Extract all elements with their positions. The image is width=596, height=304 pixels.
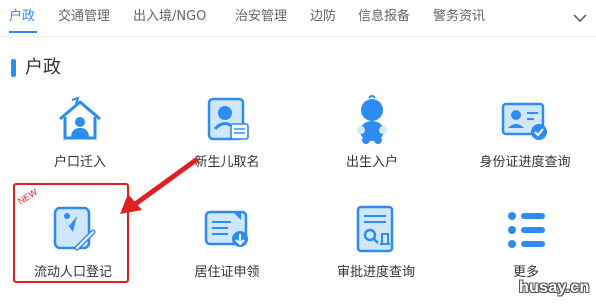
grid-item-hukou-transfer[interactable]: 户口迁入 xyxy=(10,94,150,194)
grid-item-newborn-naming[interactable]: 新生儿取名 xyxy=(157,94,297,194)
grid-item-approval-progress[interactable]: 审批进度查询 xyxy=(306,204,446,304)
tab-bar: 户政 交通管理 出入境/NGO 治安管理 边防 信息报备 警务资讯 xyxy=(0,0,596,38)
tab-exit-entry-ngo[interactable]: 出入境/NGO xyxy=(133,8,206,26)
section-marker xyxy=(11,59,16,77)
item-label: 新生儿取名 xyxy=(194,155,260,170)
grid-item-birth-registration[interactable]: 出生入户 xyxy=(302,94,442,194)
tab-info-report[interactable]: 信息报备 xyxy=(358,8,410,26)
house-person-icon xyxy=(59,96,101,140)
id-card-check-icon xyxy=(501,102,547,140)
baby-icon xyxy=(357,95,387,144)
item-label: 身份证进度查询 xyxy=(479,155,571,170)
item-label: 居住证申领 xyxy=(194,265,260,280)
tab-border-defense[interactable]: 边防 xyxy=(310,8,336,26)
section-title: 户政 xyxy=(25,57,61,78)
tab-police-news[interactable]: 警务资讯 xyxy=(433,8,485,26)
baby-name-card-icon xyxy=(207,97,249,141)
item-label: 审批进度查询 xyxy=(336,265,415,280)
approval-search-icon xyxy=(356,205,394,253)
grid-item-residence-permit[interactable]: 居住证申领 xyxy=(157,204,297,304)
tab-huzheng[interactable]: 户政 xyxy=(9,8,35,26)
active-tab-indicator xyxy=(9,31,37,33)
item-label: 出生入户 xyxy=(345,155,398,170)
divider xyxy=(0,36,596,37)
tab-traffic[interactable]: 交通管理 xyxy=(58,8,110,26)
item-label: 户口迁入 xyxy=(53,155,106,170)
grid-item-id-card-progress[interactable]: 身份证进度查询 xyxy=(455,94,595,194)
residence-permit-icon xyxy=(204,210,248,247)
chevron-down-icon[interactable] xyxy=(572,12,588,24)
watermark: husay.cn xyxy=(519,279,590,296)
tab-public-security[interactable]: 治安管理 xyxy=(235,8,287,26)
more-list-icon xyxy=(508,212,545,248)
